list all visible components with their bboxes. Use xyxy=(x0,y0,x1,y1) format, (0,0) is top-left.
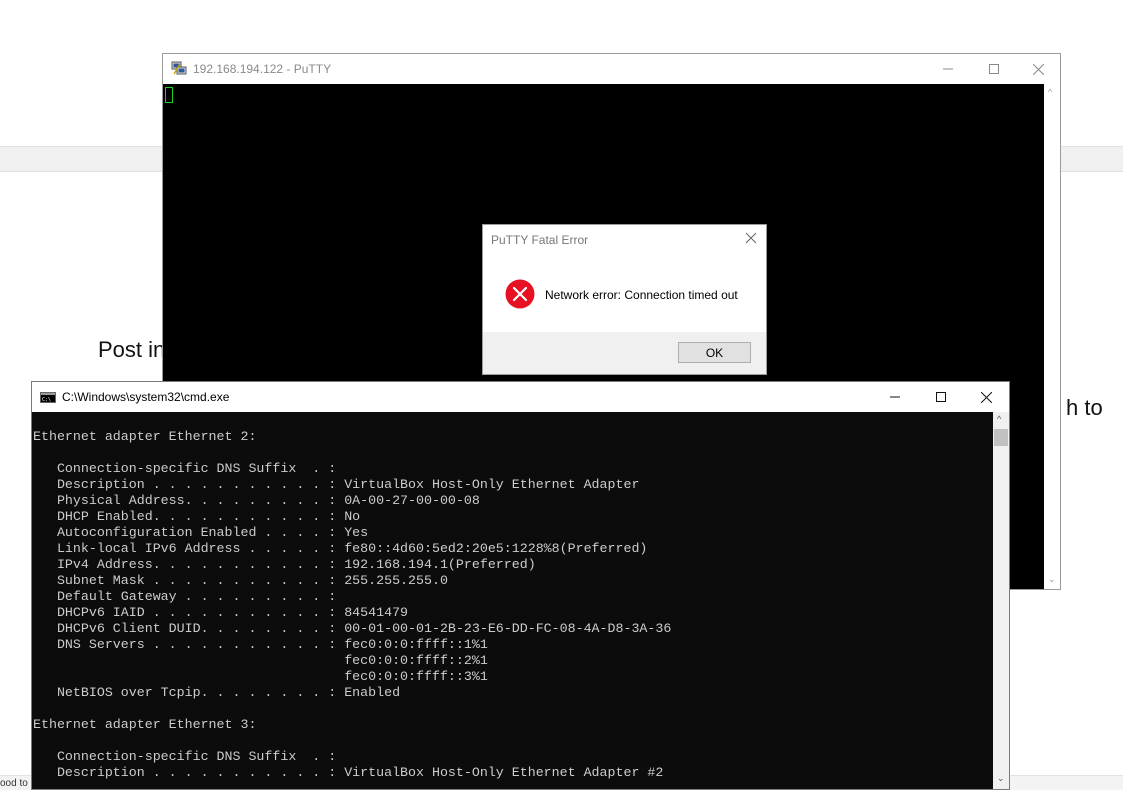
console-line: NetBIOS over Tcpip. . . . . . . . : Enab… xyxy=(33,685,401,700)
maximize-icon xyxy=(989,64,999,74)
console-line: DHCPv6 IAID . . . . . . . . . . . : 8454… xyxy=(33,605,409,620)
cmd-scrollbar[interactable]: ^ ⌄ xyxy=(993,412,1009,789)
console-line: DNS Servers . . . . . . . . . . . : fec0… xyxy=(33,637,488,652)
putty-scrollbar[interactable]: ^ ⌄ xyxy=(1044,84,1060,589)
maximize-icon xyxy=(936,392,946,402)
cmd-console-output[interactable]: Ethernet adapter Ethernet 2: Connection-… xyxy=(32,412,993,789)
minimize-icon xyxy=(943,68,953,70)
putty-fatal-error-dialog: PuTTY Fatal Error Network error: Connect… xyxy=(482,224,767,375)
dialog-close-icon[interactable] xyxy=(744,231,758,245)
minimize-icon xyxy=(890,396,900,398)
console-line: Description . . . . . . . . . . . : Virt… xyxy=(33,477,640,492)
close-icon xyxy=(980,391,992,403)
putty-icon xyxy=(171,61,187,75)
scroll-down-arrow-icon[interactable]: ⌄ xyxy=(1048,574,1056,585)
scroll-up-arrow-icon[interactable]: ^ xyxy=(997,414,1001,424)
scroll-up-arrow-icon[interactable]: ^ xyxy=(1048,87,1052,97)
putty-title-bar[interactable]: 192.168.194.122 - PuTTY xyxy=(163,54,1060,84)
background-text-post: Post in xyxy=(98,337,166,362)
console-line: Connection-specific DNS Suffix . : xyxy=(33,749,337,764)
terminal-cursor xyxy=(165,87,173,103)
putty-minimize-button[interactable] xyxy=(925,54,971,84)
ok-button[interactable]: OK xyxy=(678,342,751,363)
dialog-title: PuTTY Fatal Error xyxy=(491,233,589,247)
scroll-down-arrow-icon[interactable]: ⌄ xyxy=(997,773,1005,784)
console-line: Default Gateway . . . . . . . . . : xyxy=(33,589,337,604)
background-text-to: h to xyxy=(1066,395,1103,420)
error-icon xyxy=(505,279,535,309)
cmd-maximize-button[interactable] xyxy=(918,382,964,412)
scrollbar-thumb[interactable] xyxy=(994,429,1008,446)
console-line: Ethernet adapter Ethernet 2: xyxy=(33,429,257,444)
console-line: Subnet Mask . . . . . . . . . . . : 255.… xyxy=(33,573,448,588)
console-line: fec0:0:0:ffff::2%1 xyxy=(33,653,488,668)
dialog-footer: OK xyxy=(483,332,766,374)
cmd-window-title: C:\Windows\system32\cmd.exe xyxy=(62,390,230,404)
cmd-minimize-button[interactable] xyxy=(872,382,918,412)
putty-maximize-button[interactable] xyxy=(971,54,1017,84)
console-line: Autoconfiguration Enabled . . . . : Yes xyxy=(33,525,369,540)
close-icon xyxy=(1032,63,1044,75)
console-line: DHCP Enabled. . . . . . . . . . . : No xyxy=(33,509,361,524)
cmd-window: C:\ C:\Windows\system32\cmd.exe Ethernet… xyxy=(31,381,1010,790)
putty-close-button[interactable] xyxy=(1015,54,1061,84)
console-line: IPv4 Address. . . . . . . . . . . : 192.… xyxy=(33,557,536,572)
console-line: DHCPv6 Client DUID. . . . . . . . : 00-0… xyxy=(33,621,672,636)
dialog-message: Network error: Connection timed out xyxy=(545,288,738,302)
console-line: Physical Address. . . . . . . . . : 0A-0… xyxy=(33,493,480,508)
svg-text:C:\: C:\ xyxy=(42,397,51,403)
cmd-title-bar[interactable]: C:\ C:\Windows\system32\cmd.exe xyxy=(32,382,1009,412)
console-icon: C:\ xyxy=(40,392,56,403)
console-line: Description . . . . . . . . . . . : Virt… xyxy=(33,765,664,780)
console-line: Link-local IPv6 Address . . . . . : fe80… xyxy=(33,541,648,556)
console-line: fec0:0:0:ffff::3%1 xyxy=(33,669,488,684)
console-line: Connection-specific DNS Suffix . : xyxy=(33,461,337,476)
background-footer-text: ood to xyxy=(0,778,28,789)
putty-window-title: 192.168.194.122 - PuTTY xyxy=(193,62,332,76)
cmd-close-button[interactable] xyxy=(963,382,1009,412)
console-line: Ethernet adapter Ethernet 3: xyxy=(33,717,257,732)
